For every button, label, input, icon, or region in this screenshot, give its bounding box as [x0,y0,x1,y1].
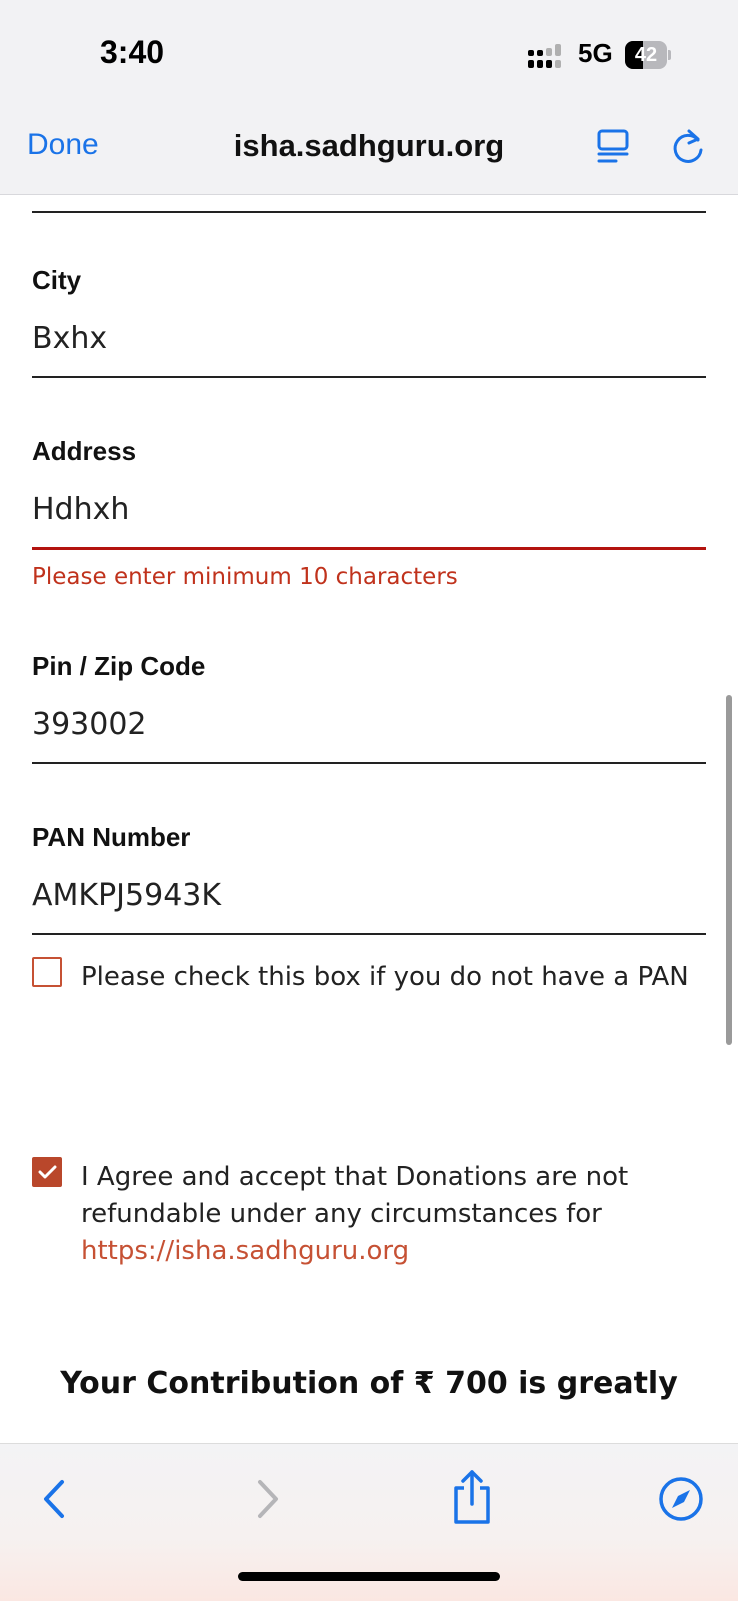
agree-label: I Agree and accept that Donations are no… [81,1159,701,1270]
battery-icon: 42 [625,41,671,69]
address-error: Please enter minimum 10 characters [32,564,458,590]
compass-icon[interactable] [656,1474,706,1524]
signal-icon [528,44,561,68]
share-icon[interactable] [447,1468,497,1526]
address-field-group: Address Please enter minimum 10 characte… [32,436,706,590]
address-label: Address [32,436,137,466]
no-pan-checkbox[interactable] [32,957,62,987]
pin-label: Pin / Zip Code [32,651,206,681]
no-pan-label: Please check this box if you do not have… [81,962,689,992]
battery-level: 42 [634,44,658,66]
reload-icon[interactable] [670,128,706,166]
pan-field-group: PAN Number [32,822,706,935]
agree-text: I Agree and accept that Donations are no… [81,1162,629,1229]
pin-input[interactable] [32,695,706,764]
home-indicator [238,1572,500,1581]
status-bar: 3:40 5G 42 [0,0,738,100]
form-content: City Address Please enter minimum 10 cha… [0,195,738,1443]
pan-label: PAN Number [32,822,191,852]
contribution-text: Your Contribution of ₹ 700 is greatly [60,1366,678,1401]
pan-input[interactable] [32,866,706,935]
back-icon[interactable] [30,1474,80,1524]
browser-header: Done isha.sadhguru.org [0,100,738,195]
previous-field-underline [32,211,706,213]
url-label: isha.sadhguru.org [233,128,505,163]
city-label: City [32,265,82,295]
pin-field-group: Pin / Zip Code [32,651,706,764]
address-input[interactable] [32,480,706,550]
checkmark-icon [38,1165,57,1179]
agree-checkbox[interactable] [32,1157,62,1187]
city-field-group: City [32,265,706,378]
sadhguru-link[interactable]: https://isha.sadhguru.org [81,1236,409,1266]
network-label: 5G [578,38,613,68]
done-button[interactable]: Done [27,128,99,162]
scrollbar[interactable] [726,695,732,1045]
status-time: 3:40 [100,34,165,70]
forward-icon[interactable] [242,1474,292,1524]
bottom-toolbar [0,1443,738,1601]
reader-icon[interactable] [596,128,630,164]
city-input[interactable] [32,309,706,378]
